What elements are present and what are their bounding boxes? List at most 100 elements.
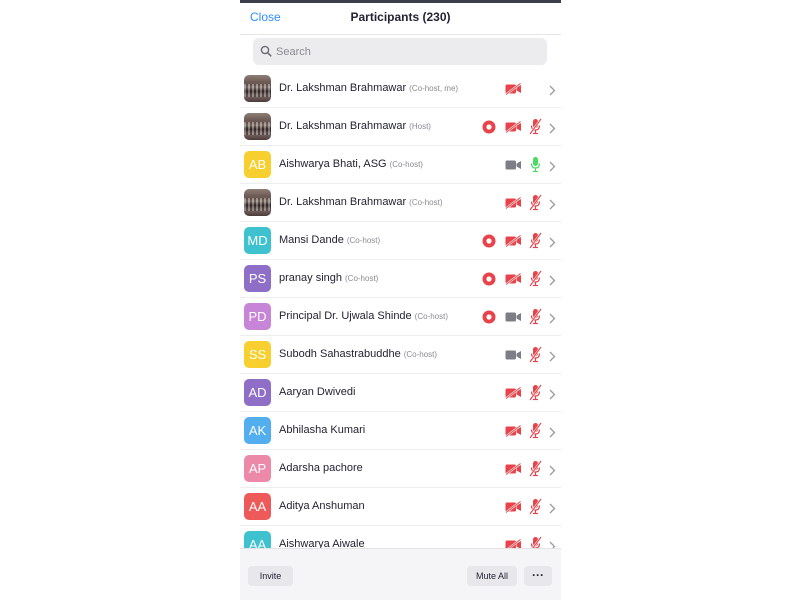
participant-name-text: pranay singh <box>279 272 342 284</box>
mic-muted-icon[interactable] <box>529 308 542 330</box>
more-options-button[interactable]: ··· <box>524 566 552 586</box>
participant-name: Aishwarya Aiwale <box>279 538 368 548</box>
chevron-right-icon[interactable] <box>549 121 556 139</box>
avatar: PD <box>244 303 271 330</box>
participant-name: Subodh Sahastrabuddhe (Co-host) <box>279 348 437 360</box>
participant-role: (Co-host) <box>346 236 381 245</box>
chevron-right-icon[interactable] <box>549 159 556 177</box>
panel-title: Participants (230) <box>350 10 451 24</box>
mic-muted-icon[interactable] <box>529 194 542 216</box>
avatar: AK <box>244 417 271 444</box>
video-off-icon[interactable] <box>505 462 522 480</box>
avatar <box>244 113 271 140</box>
chevron-right-icon[interactable] <box>549 501 556 519</box>
avatar: AA <box>244 531 271 548</box>
participant-name-text: Mansi Dande <box>279 234 344 246</box>
chevron-right-icon[interactable] <box>549 463 556 481</box>
chevron-right-icon[interactable] <box>549 425 556 443</box>
participant-name-text: Aaryan Dwivedi <box>279 386 356 398</box>
participants-panel: Close Participants (230) Dr. Lakshman Br… <box>240 0 561 600</box>
mic-muted-icon[interactable] <box>529 422 542 444</box>
chevron-right-icon[interactable] <box>549 273 556 291</box>
participant-row[interactable]: AB Aishwarya Bhati, ASG (Co-host) <box>240 146 561 184</box>
participant-row[interactable]: AP Adarsha pachore <box>240 450 561 488</box>
participant-row[interactable]: AK Abhilasha Kumari <box>240 412 561 450</box>
chevron-right-icon[interactable] <box>549 83 556 101</box>
participant-role: (Co-host) <box>409 198 443 207</box>
invite-button[interactable]: Invite <box>248 566 293 586</box>
video-off-icon[interactable] <box>505 386 522 404</box>
footer-bar: Invite Mute All ··· <box>240 548 561 600</box>
avatar <box>244 75 271 102</box>
mic-on-icon[interactable] <box>529 156 542 178</box>
video-off-icon[interactable] <box>505 500 522 518</box>
record-icon <box>482 272 496 291</box>
participant-role: (Co-host) <box>403 350 438 359</box>
mic-muted-icon[interactable] <box>529 232 542 254</box>
video-off-icon[interactable] <box>505 272 522 290</box>
panel-header: Close Participants (230) <box>240 3 561 35</box>
participant-row[interactable]: Dr. Lakshman Brahmawar (Co-host) <box>240 184 561 222</box>
search-icon <box>260 45 272 57</box>
participant-name-text: Aishwarya Aiwale <box>279 538 365 548</box>
video-on-icon[interactable] <box>505 310 522 328</box>
search-box[interactable] <box>253 38 547 65</box>
mic-muted-icon[interactable] <box>529 498 542 520</box>
participant-name: pranay singh (Co-host) <box>279 272 378 284</box>
participant-name: Aditya Anshuman <box>279 500 368 512</box>
participant-name-text: Principal Dr. Ujwala Shinde <box>279 310 412 322</box>
participant-role: (Co-host, me) <box>409 84 459 93</box>
mute-all-button[interactable]: Mute All <box>467 566 517 586</box>
mic-muted-icon[interactable] <box>529 346 542 368</box>
participant-row[interactable]: Dr. Lakshman Brahmawar (Host) <box>240 108 561 146</box>
avatar: AP <box>244 455 271 482</box>
participant-row[interactable]: AD Aaryan Dwivedi <box>240 374 561 412</box>
avatar: AD <box>244 379 271 406</box>
chevron-right-icon[interactable] <box>549 235 556 253</box>
participant-name-text: Dr. Lakshman Brahmawar <box>279 196 407 208</box>
participants-list[interactable]: Dr. Lakshman Brahmawar (Co-host, me) Dr. L… <box>240 70 561 548</box>
participant-row[interactable]: MD Mansi Dande (Co-host) <box>240 222 561 260</box>
video-on-icon[interactable] <box>505 158 522 176</box>
participant-name: Dr. Lakshman Brahmawar (Host) <box>279 120 431 132</box>
record-icon <box>482 120 496 139</box>
mic-muted-icon[interactable] <box>529 270 542 292</box>
mic-muted-icon[interactable] <box>529 384 542 406</box>
mic-muted-icon[interactable] <box>529 118 542 140</box>
participant-row[interactable]: Dr. Lakshman Brahmawar (Co-host, me) <box>240 70 561 108</box>
participant-name: Dr. Lakshman Brahmawar (Co-host) <box>279 196 443 208</box>
chevron-right-icon[interactable] <box>549 539 556 548</box>
participant-row[interactable]: SS Subodh Sahastrabuddhe (Co-host) <box>240 336 561 374</box>
participant-role: (Co-host) <box>414 312 449 321</box>
participant-row[interactable]: AA Aditya Anshuman <box>240 488 561 526</box>
participant-name: Principal Dr. Ujwala Shinde (Co-host) <box>279 310 448 322</box>
participant-row[interactable]: AA Aishwarya Aiwale <box>240 526 561 548</box>
video-off-icon[interactable] <box>505 234 522 252</box>
participant-row[interactable]: PD Principal Dr. Ujwala Shinde (Co-host) <box>240 298 561 336</box>
search-input[interactable] <box>276 38 536 65</box>
participant-name: Dr. Lakshman Brahmawar (Co-host, me) <box>279 82 458 94</box>
mic-muted-icon[interactable] <box>529 536 542 548</box>
participant-role: (Co-host) <box>389 160 423 169</box>
participant-name-text: Aditya Anshuman <box>279 500 365 512</box>
mic-muted-icon[interactable] <box>529 460 542 482</box>
participant-name: Aishwarya Bhati, ASG (Co-host) <box>279 158 423 170</box>
avatar: MD <box>244 227 271 254</box>
chevron-right-icon[interactable] <box>549 197 556 215</box>
avatar: SS <box>244 341 271 368</box>
video-off-icon[interactable] <box>505 196 522 214</box>
participant-name-text: Dr. Lakshman Brahmawar <box>279 120 407 132</box>
video-off-icon[interactable] <box>505 424 522 442</box>
participant-name-text: Subodh Sahastrabuddhe <box>279 348 401 360</box>
participant-name: Mansi Dande (Co-host) <box>279 234 380 246</box>
participant-name: Adarsha pachore <box>279 462 366 474</box>
chevron-right-icon[interactable] <box>549 387 556 405</box>
video-on-icon[interactable] <box>505 348 522 366</box>
video-off-icon[interactable] <box>505 120 522 138</box>
participant-name-text: Abhilasha Kumari <box>279 424 366 436</box>
video-off-icon[interactable] <box>505 82 522 100</box>
video-off-icon[interactable] <box>505 538 522 548</box>
chevron-right-icon[interactable] <box>549 311 556 329</box>
chevron-right-icon[interactable] <box>549 349 556 367</box>
participant-row[interactable]: PS pranay singh (Co-host) <box>240 260 561 298</box>
